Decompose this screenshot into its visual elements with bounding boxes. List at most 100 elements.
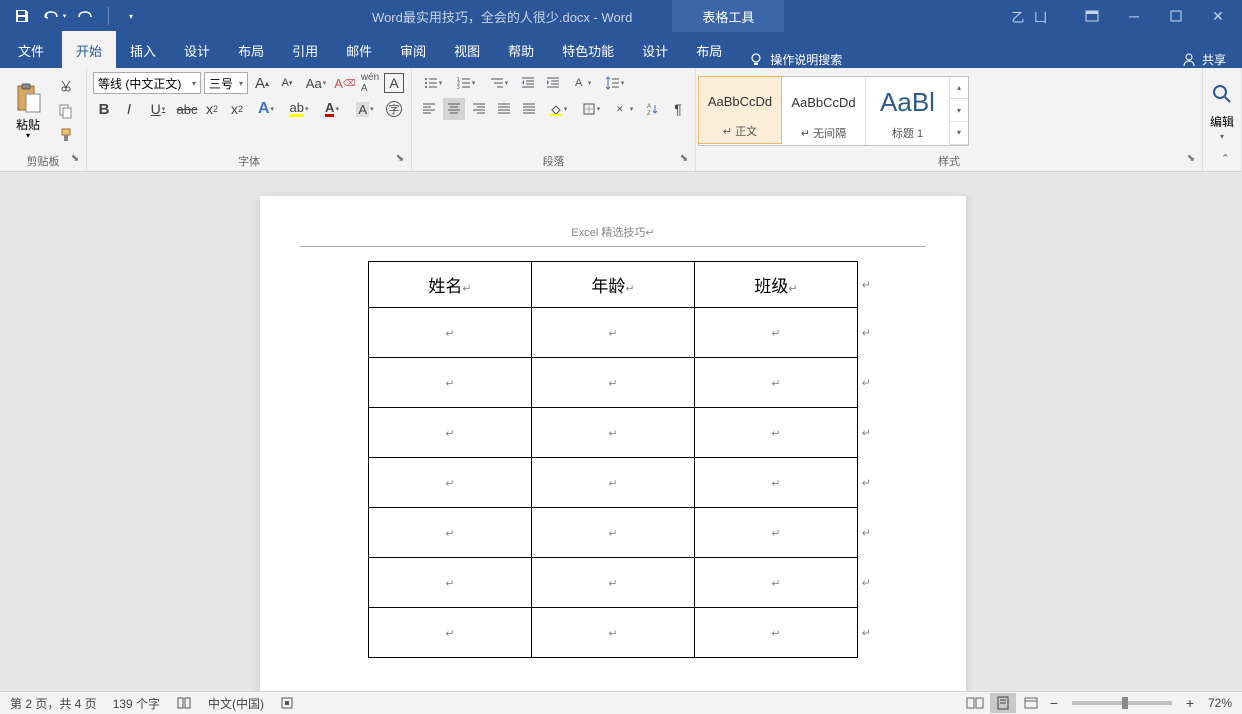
lightbulb-icon [748,52,764,68]
table-row: ↵↵↵↵ [369,358,858,408]
font-dialog-launcher[interactable]: ⬊ [393,153,407,167]
show-marks-button[interactable]: ¶ [667,98,689,120]
increase-indent-button[interactable] [542,72,564,94]
tab-home[interactable]: 开始 [62,31,116,68]
superscript-button[interactable]: x2 [226,98,248,120]
tab-view[interactable]: 视图 [440,31,494,68]
tab-insert[interactable]: 插入 [116,31,170,68]
ribbon-display-options[interactable] [1072,2,1112,30]
tab-help[interactable]: 帮助 [494,31,548,68]
sort-button[interactable]: AZ [642,98,664,120]
tab-design[interactable]: 设计 [170,31,224,68]
tab-table-layout[interactable]: 布局 [682,31,736,68]
numbering-button[interactable]: 123▾ [451,72,481,94]
phonetic-guide-button[interactable]: wénA [359,72,381,94]
grow-font-button[interactable]: A▴ [251,72,273,94]
multilevel-list-button[interactable]: ▾ [484,72,514,94]
format-painter-button[interactable] [56,125,76,145]
paragraph-dialog-launcher[interactable]: ⬊ [677,153,691,167]
web-layout-icon [1023,696,1039,710]
clear-formatting-button[interactable]: A⌫ [334,72,356,94]
share-button[interactable]: 共享 [1182,51,1242,68]
status-word-count[interactable]: 139 个字 [113,695,160,712]
tell-me-search[interactable]: 操作说明搜索 [736,51,854,68]
tab-table-design[interactable]: 设计 [628,31,682,68]
shading-button[interactable]: ▾ [543,98,573,120]
asian-layout-button[interactable]: A▾ [567,72,597,94]
font-color-button[interactable]: A▾ [317,98,347,120]
status-language[interactable]: 中文(中国) [208,695,264,712]
view-web-layout[interactable] [1018,693,1044,713]
align-left-button[interactable] [418,98,440,120]
document-table[interactable]: 姓名↵ 年龄↵ 班级↵↵ ↵↵↵↵ ↵↵↵↵ ↵↵↵↵ ↵↵↵↵ ↵↵↵↵ ↵↵… [368,261,858,658]
borders-button[interactable]: ▾ [576,98,606,120]
tab-file[interactable]: 文件 [0,31,62,68]
align-left-icon [422,102,436,116]
change-case-button[interactable]: Aa▾ [301,72,331,94]
tab-special[interactable]: 特色功能 [548,31,628,68]
align-justify-button[interactable] [493,98,515,120]
status-page[interactable]: 第 2 页，共 4 页 [10,695,97,712]
underline-button[interactable]: U▾ [143,98,173,120]
tab-layout[interactable]: 布局 [224,31,278,68]
distributed-button[interactable] [518,98,540,120]
align-center-button[interactable] [443,98,465,120]
bullets-button[interactable]: ▾ [418,72,448,94]
minimize-button[interactable]: ─ [1114,2,1154,30]
collapse-ribbon-button[interactable]: ⌃ [1221,152,1230,165]
text-direction-button[interactable]: ✕▾ [609,98,639,120]
italic-button[interactable]: I [118,98,140,120]
table-row: ↵↵↵↵ [369,308,858,358]
table-row: ↵↵↵↵ [369,458,858,508]
styles-dialog-launcher[interactable]: ⬊ [1184,153,1198,167]
tab-mailings[interactable]: 邮件 [332,31,386,68]
style-normal[interactable]: AaBbCcDd ↵ 正文 [698,76,782,144]
subscript-button[interactable]: x2 [201,98,223,120]
styles-more[interactable]: ▾ [950,122,968,145]
maximize-button[interactable] [1156,2,1196,30]
styles-scroll-down[interactable]: ▾ [950,99,968,122]
view-print-layout[interactable] [990,693,1016,713]
redo-button[interactable] [72,2,100,30]
copy-button[interactable] [56,101,76,121]
cut-button[interactable] [56,77,76,97]
decrease-indent-button[interactable] [517,72,539,94]
paste-button[interactable]: 粘贴 ▾ [6,78,50,144]
paint-bucket-icon [549,102,563,116]
status-spellcheck[interactable] [176,696,192,710]
zoom-out-button[interactable]: − [1046,695,1062,711]
qat-customize[interactable]: ▾ [117,2,145,30]
zoom-level[interactable]: 72% [1208,696,1232,710]
bold-button[interactable]: B [93,98,115,120]
style-heading1[interactable]: AaBl 标题 1 [866,77,950,145]
font-size-combo[interactable]: 三号▾ [204,72,248,94]
enclose-characters-button[interactable]: 字 [383,98,405,120]
zoom-in-button[interactable]: + [1182,695,1198,711]
highlight-button[interactable]: ab▾ [284,98,314,120]
strikethrough-button[interactable]: abc [176,98,198,120]
save-button[interactable] [8,2,36,30]
shrink-font-button[interactable]: A▾ [276,72,298,94]
line-spacing-button[interactable]: ▾ [600,72,630,94]
font-name-combo[interactable]: 等线 (中文正文)▾ [93,72,201,94]
character-shading-button[interactable]: A▾ [350,98,380,120]
styles-scroll-up[interactable]: ▴ [950,77,968,100]
document-area[interactable]: Excel 精选技巧↵ 姓名↵ 年龄↵ 班级↵↵ ↵↵↵↵ ↵↵↵↵ ↵↵↵↵ … [0,172,1242,691]
view-read-mode[interactable] [962,693,988,713]
clipboard-dialog-launcher[interactable]: ⬊ [68,153,82,167]
status-macro[interactable] [280,696,294,710]
tab-references[interactable]: 引用 [278,31,332,68]
tab-review[interactable]: 审阅 [386,31,440,68]
zoom-slider[interactable] [1072,701,1172,705]
find-button[interactable] [1209,81,1235,107]
undo-button[interactable]: ▾ [40,2,68,30]
close-button[interactable]: ✕ [1198,2,1238,30]
zoom-thumb[interactable] [1122,697,1128,709]
align-right-button[interactable] [468,98,490,120]
text-effects-button[interactable]: A▾ [251,98,281,120]
align-right-icon [472,102,486,116]
editing-group-inner-label: 编辑 [1210,113,1234,130]
multilevel-icon [490,76,504,90]
character-border-button[interactable]: A [384,73,404,93]
style-no-spacing[interactable]: AaBbCcDd ↵ 无间隔 [782,77,866,145]
